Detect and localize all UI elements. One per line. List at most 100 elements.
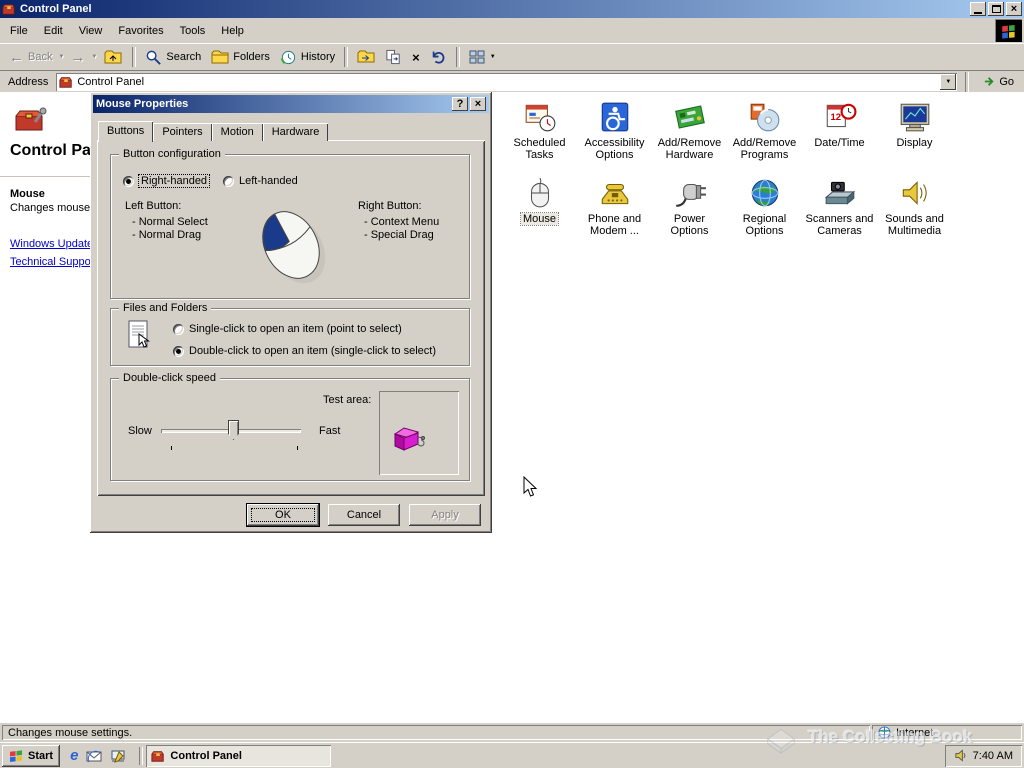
control-panel-icon-grid: Scheduled Tasks Accessibility Options Ad… [502, 98, 952, 250]
item-power-options[interactable]: Power Options [652, 174, 727, 250]
window-titlebar[interactable]: Control Panel × [0, 0, 1024, 18]
phone-modem-icon [598, 176, 632, 210]
copy-to-button[interactable] [380, 45, 407, 69]
address-bar: Address Control Panel ▼ Go [0, 70, 1024, 92]
item-regional-options[interactable]: Regional Options [727, 174, 802, 250]
up-button[interactable] [98, 45, 128, 69]
clock[interactable]: 7:40 AM [973, 750, 1013, 762]
cancel-button[interactable]: Cancel [328, 504, 400, 526]
add-remove-hardware-icon [673, 100, 707, 134]
volume-icon[interactable] [954, 749, 967, 762]
double-click-speed-group: Double-click speed Test area: Slow Fast [110, 372, 470, 481]
forward-button[interactable]: → [65, 45, 90, 69]
item-mouse[interactable]: Mouse [502, 174, 577, 250]
technical-support-link[interactable]: Technical Support [10, 256, 97, 268]
menu-help[interactable]: Help [213, 21, 252, 41]
item-sounds-and-multimedia[interactable]: Sounds and Multimedia [877, 174, 952, 250]
back-dropdown[interactable]: ▼ [57, 52, 65, 62]
search-icon [145, 49, 162, 66]
dialog-title: Mouse Properties [96, 98, 189, 110]
address-label: Address [8, 75, 49, 88]
left-handed-radio[interactable]: Left-handed [223, 175, 298, 187]
item-phone-and-modem[interactable]: Phone and Modem ... [577, 174, 652, 250]
forward-icon: → [70, 48, 86, 66]
tab-buttons[interactable]: Buttons [98, 121, 154, 142]
svg-text:12: 12 [830, 112, 841, 123]
history-button[interactable]: History [275, 45, 340, 69]
single-click-radio[interactable]: Single-click to open an item (point to s… [173, 323, 402, 335]
regional-options-icon [748, 176, 782, 210]
address-dropdown[interactable]: ▼ [940, 73, 957, 90]
apply-button[interactable]: Apply [409, 504, 481, 526]
slow-label: Slow [128, 425, 152, 437]
dialog-help-button[interactable]: ? [452, 97, 468, 111]
item-display[interactable]: Display [877, 98, 952, 174]
scheduled-tasks-icon [523, 100, 557, 134]
item-date-time[interactable]: 12 Date/Time [802, 98, 877, 174]
menu-file[interactable]: File [2, 21, 36, 41]
taskbar-control-panel-button[interactable]: Control Panel [146, 744, 332, 767]
dialog-tabs: Buttons Pointers Motion Hardware [98, 121, 329, 142]
mouse-icon [523, 176, 557, 210]
item-scanners-and-cameras[interactable]: Scanners and Cameras [802, 174, 877, 250]
menu-tools[interactable]: Tools [172, 21, 214, 41]
radio-dot [223, 175, 234, 187]
group-legend: Files and Folders [119, 302, 212, 314]
maximize-button[interactable] [988, 2, 1004, 16]
tab-pointers[interactable]: Pointers [153, 123, 212, 141]
delete-button[interactable]: × [407, 45, 425, 69]
slider-tick [297, 446, 298, 450]
menu-bar: File Edit View Favorites Tools Help [0, 18, 1024, 43]
button-configuration-group: Button configuration Right-handed Left-h… [110, 148, 470, 299]
status-message: Changes mouse settings. [2, 725, 870, 740]
windows-flag-icon [9, 749, 24, 762]
views-icon [469, 50, 485, 64]
internet-explorer-icon[interactable]: e [70, 747, 78, 764]
item-add-remove-programs[interactable]: Add/Remove Programs [727, 98, 802, 174]
tab-hardware[interactable]: Hardware [262, 123, 329, 141]
display-icon [898, 100, 932, 134]
slider-thumb[interactable] [228, 420, 239, 440]
back-button[interactable]: ← Back [4, 45, 57, 69]
windows-update-link[interactable]: Windows Update [10, 238, 93, 250]
jack-in-the-box-icon [391, 425, 427, 455]
menu-favorites[interactable]: Favorites [110, 21, 171, 41]
item-accessibility-options[interactable]: Accessibility Options [577, 98, 652, 174]
folders-icon [211, 49, 229, 65]
fast-label: Fast [319, 425, 341, 437]
mouse-illustration [239, 195, 343, 293]
right-handed-radio[interactable]: Right-handed [123, 174, 211, 188]
dialog-titlebar[interactable]: Mouse Properties ? × [93, 95, 489, 113]
windows-throbber-icon [995, 19, 1022, 42]
control-panel-window-icon [2, 2, 16, 16]
internet-globe-icon [878, 726, 891, 739]
menu-view[interactable]: View [71, 21, 111, 41]
views-button[interactable]: ▼ [464, 45, 502, 69]
item-add-remove-hardware[interactable]: Add/Remove Hardware [652, 98, 727, 174]
toolbar-separator [132, 47, 137, 67]
move-to-button[interactable] [352, 45, 380, 69]
item-scheduled-tasks[interactable]: Scheduled Tasks [502, 98, 577, 174]
left-button-label: Left Button: [125, 200, 182, 212]
undo-button[interactable] [425, 45, 452, 69]
address-combo[interactable]: Control Panel ▼ [56, 72, 958, 91]
start-button[interactable]: Start [2, 744, 61, 767]
menu-edit[interactable]: Edit [36, 21, 71, 41]
go-button[interactable]: Go [977, 72, 1020, 92]
show-desktop-icon[interactable] [110, 749, 126, 763]
close-button[interactable]: × [1006, 2, 1022, 16]
double-click-radio[interactable]: Double-click to open an item (single-cli… [173, 345, 436, 357]
toolbar-separator [455, 47, 460, 67]
outlook-express-icon[interactable] [86, 749, 102, 763]
minimize-button[interactable] [970, 2, 986, 16]
radio-dot [123, 175, 134, 187]
dialog-close-button[interactable]: × [470, 97, 486, 111]
delete-icon: × [412, 49, 420, 65]
folders-button[interactable]: Folders [206, 45, 275, 69]
test-area-box[interactable] [379, 391, 459, 475]
tab-motion[interactable]: Motion [211, 123, 263, 141]
search-button[interactable]: Search [140, 45, 206, 69]
ok-button[interactable]: OK [247, 504, 319, 526]
forward-dropdown[interactable]: ▼ [90, 52, 98, 62]
quick-launch: e [60, 747, 136, 764]
